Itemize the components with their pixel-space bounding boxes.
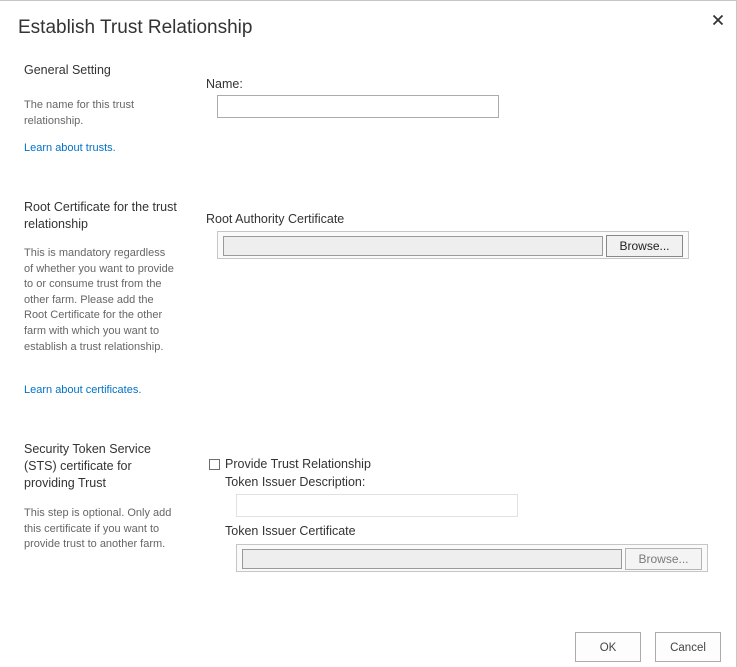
root-certificate-file-picker: Browse... [217, 231, 689, 259]
close-icon-glyph [712, 14, 724, 26]
name-label: Name: [206, 77, 243, 91]
learn-about-trusts-link[interactable]: Learn about trusts. [24, 142, 116, 154]
token-issuer-certificate-label: Token Issuer Certificate [225, 524, 356, 538]
general-setting-title: General Setting [24, 63, 111, 77]
token-issuer-certificate-file-path[interactable] [242, 549, 622, 569]
ok-button[interactable]: OK [575, 632, 641, 662]
learn-about-certificates-link[interactable]: Learn about certificates. [24, 384, 141, 396]
sts-certificate-title: Security Token Service (STS) certificate… [24, 442, 151, 490]
token-issuer-description-label: Token Issuer Description: [225, 475, 366, 489]
trust-relationship-dialog: Establish Trust Relationship General Set… [0, 0, 737, 667]
provide-trust-label[interactable]: Provide Trust Relationship [225, 457, 371, 471]
cancel-button[interactable]: Cancel [655, 632, 721, 662]
root-certificate-file-path[interactable] [223, 236, 603, 256]
sts-certificate-description: This step is optional. Only add this cer… [24, 507, 172, 551]
dialog-title: Establish Trust Relationship [18, 17, 253, 38]
root-certificate-description: This is mandatory regardless of whether … [24, 247, 174, 353]
token-issuer-description-input[interactable] [236, 494, 518, 517]
root-authority-certificate-label: Root Authority Certificate [206, 212, 345, 226]
close-icon[interactable] [710, 12, 726, 28]
general-setting-description: The name for this trust relationship. [24, 99, 135, 127]
name-input[interactable] [217, 95, 499, 118]
root-certificate-title: Root Certificate for the trust relations… [24, 200, 177, 231]
root-certificate-browse-button[interactable]: Browse... [606, 235, 683, 257]
token-issuer-certificate-file-picker: Browse... [236, 544, 708, 572]
token-issuer-certificate-browse-button[interactable]: Browse... [625, 548, 702, 570]
provide-trust-checkbox[interactable] [209, 459, 220, 470]
